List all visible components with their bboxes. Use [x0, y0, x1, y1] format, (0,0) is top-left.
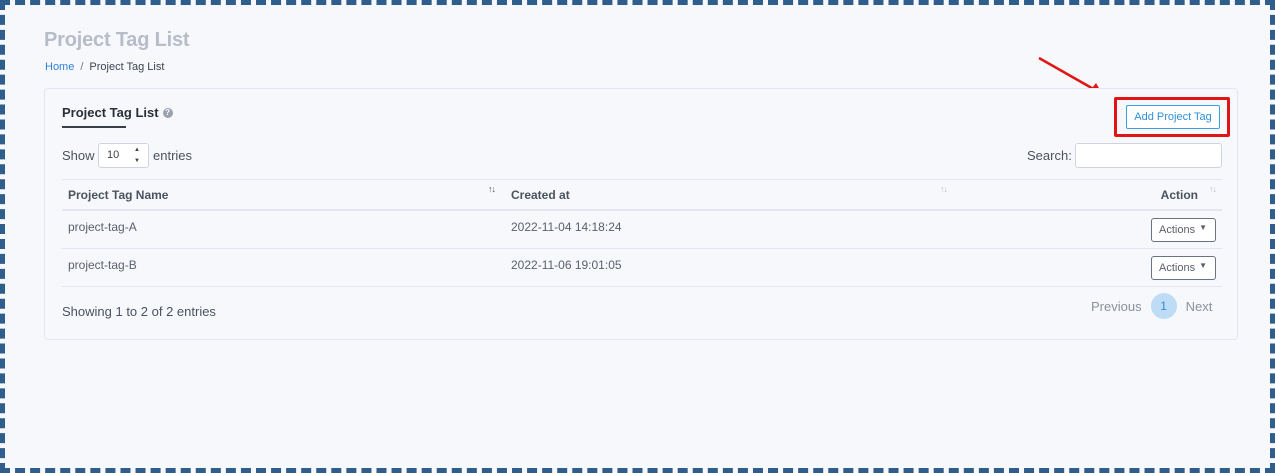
- column-header-name[interactable]: Project Tag Name: [68, 188, 168, 202]
- entries-info-text: Showing 1 to 2 of 2 entries: [62, 304, 216, 319]
- row-actions-label: Actions: [1159, 262, 1196, 274]
- entries-select-value: 10: [107, 149, 120, 161]
- table-header: Project Tag Name ↑↓ Created at ↑↓ Action…: [62, 179, 1222, 211]
- entries-select[interactable]: 10 ▲▼: [98, 143, 149, 168]
- sort-icon[interactable]: ↑↓: [940, 184, 948, 194]
- project-tag-card: Project Tag List ? Add Project Tag Show …: [44, 88, 1238, 340]
- project-tag-table: Project Tag Name ↑↓ Created at ↑↓ Action…: [62, 179, 1222, 287]
- pagination-previous[interactable]: Previous: [1091, 299, 1142, 314]
- breadcrumb-current: Project Tag List: [89, 61, 165, 73]
- screenshot-frame: Project Tag List Home / Project Tag List…: [0, 0, 1275, 473]
- row-actions-button[interactable]: Actions ▼: [1151, 256, 1216, 280]
- breadcrumb-separator: /: [80, 61, 84, 73]
- card-title: Project Tag List ?: [62, 105, 173, 120]
- question-circle-icon[interactable]: ?: [162, 107, 173, 118]
- table-row: project-tag-A 2022-11-04 14:18:24 Action…: [62, 211, 1222, 249]
- pagination-next[interactable]: Next: [1186, 299, 1213, 314]
- add-project-tag-button[interactable]: Add Project Tag: [1126, 105, 1220, 129]
- sort-icon[interactable]: ↑↓: [488, 184, 496, 194]
- breadcrumb: Home / Project Tag List: [45, 61, 164, 73]
- cell-created-at: 2022-11-06 19:01:05: [511, 258, 622, 272]
- search-label: Search:: [1027, 148, 1072, 163]
- caret-down-icon: ▼: [1199, 261, 1207, 270]
- column-header-action: Action: [1160, 188, 1198, 202]
- show-label: Show: [62, 148, 95, 163]
- page-title: Project Tag List: [44, 29, 190, 51]
- pagination: Previous 1 Next: [1091, 293, 1212, 319]
- sort-icon: ↑↓: [1209, 184, 1217, 194]
- breadcrumb-home-link[interactable]: Home: [45, 61, 74, 73]
- row-actions-button[interactable]: Actions ▼: [1151, 218, 1216, 242]
- caret-down-icon: ▼: [1199, 223, 1207, 232]
- entries-label: entries: [153, 148, 193, 163]
- pagination-page-1[interactable]: 1: [1150, 293, 1177, 319]
- card-title-text: Project Tag List: [62, 105, 159, 120]
- cell-tag-name: project-tag-B: [68, 258, 137, 272]
- row-actions-label: Actions: [1159, 224, 1196, 236]
- search-input[interactable]: [1075, 143, 1222, 168]
- column-header-created-at[interactable]: Created at: [511, 188, 570, 202]
- cell-created-at: 2022-11-04 14:18:24: [511, 220, 622, 234]
- table-row: project-tag-B 2022-11-06 19:01:05 Action…: [62, 249, 1222, 287]
- cell-tag-name: project-tag-A: [68, 220, 137, 234]
- sort-updown-icon: ▲▼: [134, 147, 140, 164]
- card-title-underline: [62, 126, 126, 128]
